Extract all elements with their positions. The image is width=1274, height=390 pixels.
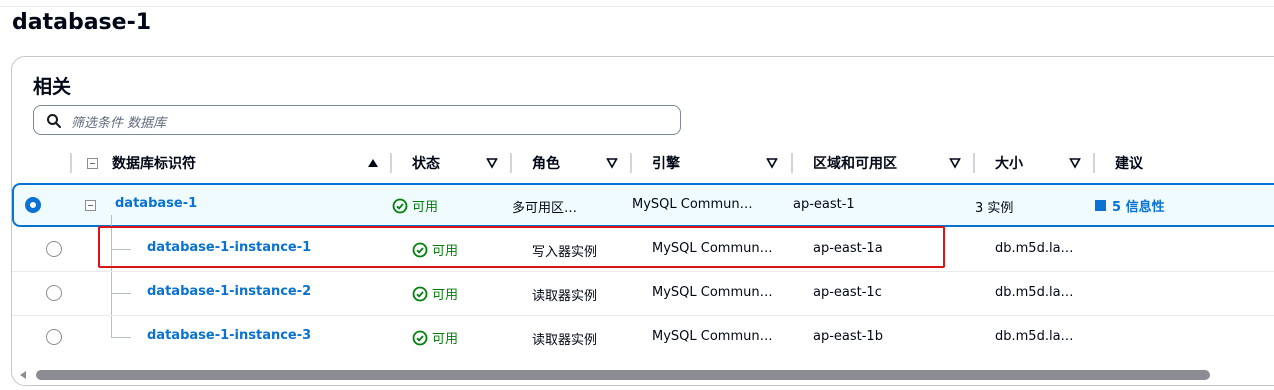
region-cell: ap-east-1b: [813, 329, 883, 344]
check-circle-icon: [392, 198, 408, 213]
region-cell: ap-east-1c: [813, 285, 882, 300]
size-cell: db.m5d.la…: [995, 241, 1074, 256]
scroll-left-icon[interactable]: [20, 371, 26, 379]
check-circle-icon: [412, 330, 428, 345]
column-header-recommendations: 建议: [1115, 156, 1143, 172]
recommendations-text: 5 信息性: [1112, 200, 1165, 215]
header-divider: [70, 153, 72, 173]
engine-cell: MySQL Commun…: [652, 285, 773, 300]
column-header-region[interactable]: 区域和可用区: [813, 153, 897, 173]
page-title: database-1: [12, 10, 152, 35]
collapse-all-icon[interactable]: [87, 158, 98, 169]
db-identifier-link[interactable]: database-1: [115, 196, 197, 211]
header-divider: [510, 153, 512, 173]
panel-title: 相关: [33, 76, 72, 98]
row-radio[interactable]: [46, 285, 62, 301]
role-cell: 读取器实例: [532, 333, 598, 348]
size-cell: db.m5d.la…: [995, 329, 1074, 344]
status-available: 可用: [412, 328, 458, 347]
column-header-size[interactable]: 大小: [995, 153, 1023, 173]
header-divider: [630, 153, 632, 173]
related-panel: 相关 筛选条件 数据库 数据库标识符 状态 角色 引擎 区域和可用区 大小 建议…: [11, 56, 1274, 386]
column-header-id[interactable]: 数据库标识符: [112, 153, 196, 173]
info-square-icon: [1095, 200, 1106, 211]
size-cell: db.m5d.la…: [995, 285, 1074, 300]
db-identifier-link[interactable]: database-1-instance-2: [147, 284, 311, 299]
size-cell: 3 实例: [975, 201, 1014, 216]
table-row[interactable]: database-1-instance-3 可用 读取器实例 MySQL Com…: [12, 315, 1274, 359]
highlight-annotation-box: [98, 226, 945, 268]
search-icon: [47, 114, 61, 128]
region-cell: ap-east-1: [793, 197, 855, 212]
sort-none-icon[interactable]: [606, 157, 618, 169]
engine-cell: MySQL Commun…: [632, 197, 753, 212]
recommendations-link[interactable]: 5 信息性: [1095, 196, 1165, 215]
row-radio-selected[interactable]: [25, 197, 41, 213]
role-cell: 多可用区…: [512, 201, 578, 216]
column-header-status[interactable]: 状态: [412, 153, 440, 173]
role-cell: 读取器实例: [532, 289, 598, 304]
status-text: 可用: [432, 288, 459, 303]
scrollbar-thumb[interactable]: [36, 370, 1210, 380]
table-row[interactable]: database-1 可用 多可用区… MySQL Commun… ap-eas…: [12, 183, 1274, 227]
db-identifier-link[interactable]: database-1-instance-3: [147, 328, 311, 343]
header-divider: [791, 153, 793, 173]
sort-none-icon[interactable]: [766, 157, 778, 169]
sort-none-icon[interactable]: [949, 157, 961, 169]
column-header-role[interactable]: 角色: [532, 153, 560, 173]
top-divider: [0, 6, 1274, 7]
row-radio[interactable]: [46, 241, 62, 257]
collapse-row-icon[interactable]: [85, 200, 96, 211]
status-available: 可用: [392, 196, 438, 215]
header-divider: [973, 153, 975, 173]
sort-none-icon[interactable]: [486, 157, 498, 169]
search-input[interactable]: 筛选条件 数据库: [33, 105, 681, 135]
row-radio[interactable]: [46, 329, 62, 345]
horizontal-scrollbar[interactable]: [12, 366, 1274, 384]
status-available: 可用: [412, 284, 458, 303]
sort-ascending-icon[interactable]: [367, 157, 379, 169]
status-text: 可用: [412, 200, 439, 215]
search-placeholder: 筛选条件 数据库: [71, 116, 167, 131]
check-circle-icon: [412, 286, 428, 301]
header-divider: [1093, 153, 1095, 173]
table-row[interactable]: database-1-instance-2 可用 读取器实例 MySQL Com…: [12, 271, 1274, 315]
header-divider: [390, 153, 392, 173]
sort-none-icon[interactable]: [1069, 157, 1081, 169]
engine-cell: MySQL Commun…: [652, 329, 773, 344]
status-text: 可用: [432, 332, 459, 347]
column-header-engine[interactable]: 引擎: [652, 153, 680, 173]
